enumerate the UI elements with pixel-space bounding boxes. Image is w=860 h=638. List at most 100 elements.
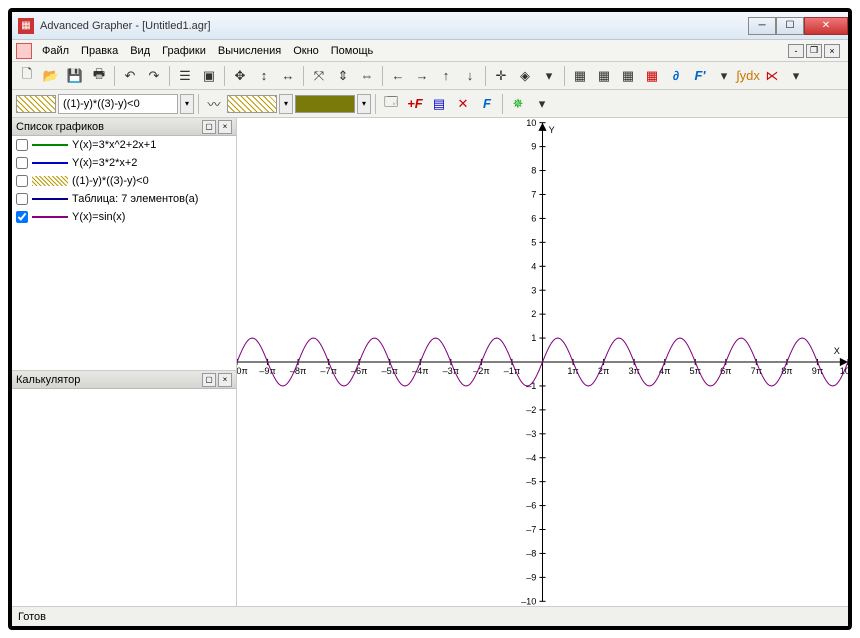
redo-button[interactable]: ↷ [143,65,165,87]
formula-dropdown[interactable]: ▾ [180,94,194,114]
fill-style-swatch[interactable] [16,95,56,113]
graphs-panel-header: Список графиков ▢ × [12,118,236,136]
mdi-close[interactable]: × [824,44,840,58]
menu-view[interactable]: Вид [124,43,156,59]
add-func-button[interactable]: +F [404,93,426,115]
line-style-swatch[interactable] [227,95,277,113]
menu-file[interactable]: Файл [36,43,75,59]
up-button[interactable]: ↕ [253,65,275,87]
list-item[interactable]: Y(x)=3*2*x+2 [12,154,236,172]
color-swatch-icon [32,216,68,218]
minimize-button[interactable]: ─ [748,17,776,35]
graph-label: Y(x)=3*x^2+2x+1 [72,139,232,151]
doc-icon [16,43,32,59]
formula-toolbar: ▾ 〰 ▾ ▾ 🗔 +F ▤ ✕ F ✵ ▾ [12,90,848,118]
list-item[interactable]: ((1)-y)*((3)-y)<0 [12,172,236,190]
close-button[interactable]: ✕ [804,17,848,35]
delete-button[interactable]: ✕ [452,93,474,115]
menu-window[interactable]: Окно [287,43,325,59]
grid3-button[interactable]: ▦ [617,65,639,87]
props-button[interactable]: 🗔 [380,93,402,115]
open-button[interactable]: 📂 [40,65,62,87]
svg-text:–4: –4 [526,453,536,463]
graph-checkbox[interactable] [16,139,28,151]
extra-button[interactable]: ✵ [507,93,529,115]
graph-checkbox[interactable] [16,175,28,187]
print-button[interactable]: 🖶 [88,65,110,87]
svg-text:1: 1 [531,333,536,343]
main-toolbar: 🗋 📂 💾 🖶 ↶ ↷ ☰ ▣ ✥ ↕ ↔ ⤧ ⇕ ⇔ ← → ↑ ↓ ✛ ◈ … [12,62,848,90]
deriv-button[interactable]: F' [689,65,711,87]
linestyle-dropdown[interactable]: ▾ [279,94,293,114]
maximize-button[interactable]: ☐ [776,17,804,35]
plot-area[interactable]: XY–10π–9π–8π–7π–6π–5π–4π–3π–2π–1π1π2π3π4… [237,118,848,606]
new-button[interactable]: 🗋 [16,65,38,87]
grid2-button[interactable]: ▦ [593,65,615,87]
calc-panel-body [12,389,236,606]
graph-checkbox[interactable] [16,193,28,205]
move-button[interactable]: ✥ [229,65,251,87]
calc-panel-restore[interactable]: ▢ [202,373,216,387]
graph-label: Y(x)=sin(x) [72,211,232,223]
zoomin-button[interactable]: ⤧ [308,65,330,87]
menu-graphs[interactable]: Графики [156,43,212,59]
undo-button[interactable]: ↶ [119,65,141,87]
svg-text:X: X [834,346,840,356]
arrow-up[interactable]: ↑ [435,65,457,87]
color-swatch[interactable] [295,95,355,113]
mdi-restore[interactable]: ❐ [806,44,822,58]
svg-text:10: 10 [526,118,536,128]
lr-button[interactable]: ↔ [277,65,299,87]
hatch-swatch-icon [32,176,68,186]
tangent-button[interactable]: ⋉ [761,65,783,87]
graph-label: Таблица: 7 элементов(а) [72,193,232,205]
zoomv-button[interactable]: ⇕ [332,65,354,87]
zoomh-button[interactable]: ⇔ [356,65,378,87]
list-item[interactable]: Y(x)=sin(x) [12,208,236,226]
edit-func-button[interactable]: ▤ [428,93,450,115]
dd2[interactable]: ▾ [713,65,735,87]
menu-edit[interactable]: Правка [75,43,124,59]
formula-input[interactable] [58,94,178,114]
grid4-button[interactable]: ▦ [641,65,663,87]
svg-text:–2: –2 [526,405,536,415]
list-item[interactable]: Y(x)=3*x^2+2x+1 [12,136,236,154]
graphs-panel-close[interactable]: × [218,120,232,134]
wave-button[interactable]: 〰 [203,93,225,115]
graphs-panel-title: Список графиков [16,121,200,133]
svg-text:–10π: –10π [237,366,248,376]
graphs-panel-restore[interactable]: ▢ [202,120,216,134]
arrow-left[interactable]: ← [387,65,409,87]
mdi-minimize[interactable]: - [788,44,804,58]
graph-checkbox[interactable] [16,157,28,169]
statusbar: Готов [12,606,848,626]
region-button[interactable]: ▣ [198,65,220,87]
graph-label: Y(x)=3*2*x+2 [72,157,232,169]
color-dropdown[interactable]: ▾ [357,94,371,114]
list-button[interactable]: ☰ [174,65,196,87]
dropdown-view[interactable]: ▾ [538,65,560,87]
calc-panel-close[interactable]: × [218,373,232,387]
svg-text:2: 2 [531,309,536,319]
grid1-button[interactable]: ▦ [569,65,591,87]
graph-checkbox[interactable] [16,211,28,223]
color-swatch-icon [32,144,68,146]
arrow-right[interactable]: → [411,65,433,87]
calc-panel-header: Калькулятор ▢ × [12,371,236,389]
list-item[interactable]: Таблица: 7 элементов(а) [12,190,236,208]
arrow-down[interactable]: ↓ [459,65,481,87]
dd3[interactable]: ▾ [785,65,807,87]
menu-calc[interactable]: Вычисления [212,43,287,59]
crosshair-button[interactable]: ✛ [490,65,512,87]
titlebar: ▦ Advanced Grapher - [Untitled1.agr] ─ ☐… [12,12,848,40]
trace-button[interactable]: ∂ [665,65,687,87]
target-button[interactable]: ◈ [514,65,536,87]
menubar: Файл Правка Вид Графики Вычисления Окно … [12,40,848,62]
svg-text:6: 6 [531,213,536,223]
svg-text:–3: –3 [526,429,536,439]
extra-dropdown[interactable]: ▾ [531,93,553,115]
save-button[interactable]: 💾 [64,65,86,87]
menu-help[interactable]: Помощь [325,43,380,59]
func-button[interactable]: F [476,93,498,115]
integral-button[interactable]: ∫ydx [737,65,759,87]
